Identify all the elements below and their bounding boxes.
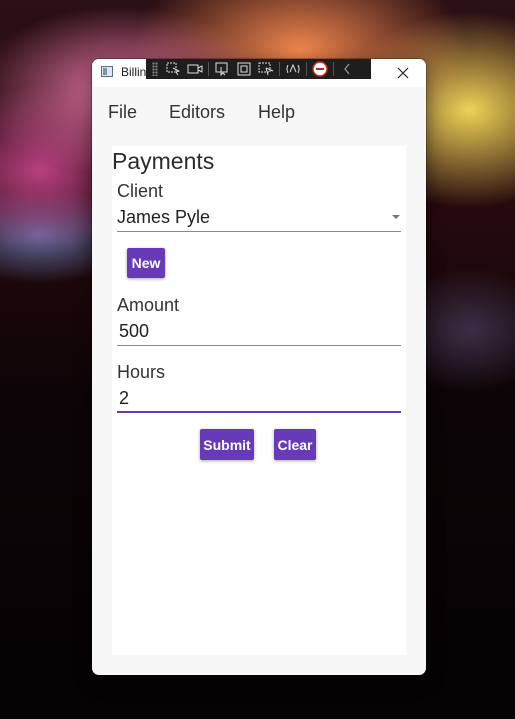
toolbar-divider [333,62,334,76]
close-icon [397,67,409,79]
track-focus-icon [215,62,228,76]
layout-adorners-button[interactable] [233,59,255,79]
layout-adorners-icon [237,62,251,76]
hours-value: 2 [119,388,130,408]
menu-file[interactable]: File [108,102,137,123]
new-client-button[interactable]: New [127,248,165,278]
hot-reload-icon [286,63,300,74]
hot-reload-button[interactable] [282,59,304,79]
amount-label: Amount [117,295,180,315]
toolbar-divider [208,62,209,76]
stop-button[interactable] [309,59,331,79]
toolbar-divider [279,62,280,76]
stop-icon [312,61,328,77]
close-button[interactable] [380,59,426,87]
chevron-down-icon [392,215,400,219]
collapse-toolbar-button[interactable] [336,59,358,79]
client-underline [117,231,401,232]
track-focus-button[interactable] [211,59,233,79]
element-display-icon [258,62,274,76]
app-window-icon [101,66,113,77]
payments-panel: Payments Client James Pyle New Amount 50… [112,146,406,655]
submit-button[interactable]: Submit [200,429,254,460]
hours-underline [117,411,401,413]
amount-value: 500 [119,321,150,341]
toolbar-divider [306,62,307,76]
app-window: Billing App File Editors Help Payments C… [92,59,426,675]
drag-grip-icon[interactable] [152,62,158,76]
collapse-icon [344,63,350,75]
client-selected-value: James Pyle [117,207,211,227]
show-rendering-icon [187,64,203,74]
show-rendering-button[interactable] [184,59,206,79]
select-element-icon [166,62,180,76]
client-label: Client [117,181,164,201]
amount-underline [117,345,401,346]
menu-editors[interactable]: Editors [169,102,225,123]
element-display-button[interactable] [255,59,277,79]
menu-bar: File Editors Help [92,87,426,137]
menu-help[interactable]: Help [258,102,295,123]
select-element-button[interactable] [162,59,184,79]
clear-button[interactable]: Clear [274,429,316,460]
page-title: Payments [112,148,215,174]
hours-label: Hours [117,362,166,382]
debug-toolbar [146,59,371,79]
